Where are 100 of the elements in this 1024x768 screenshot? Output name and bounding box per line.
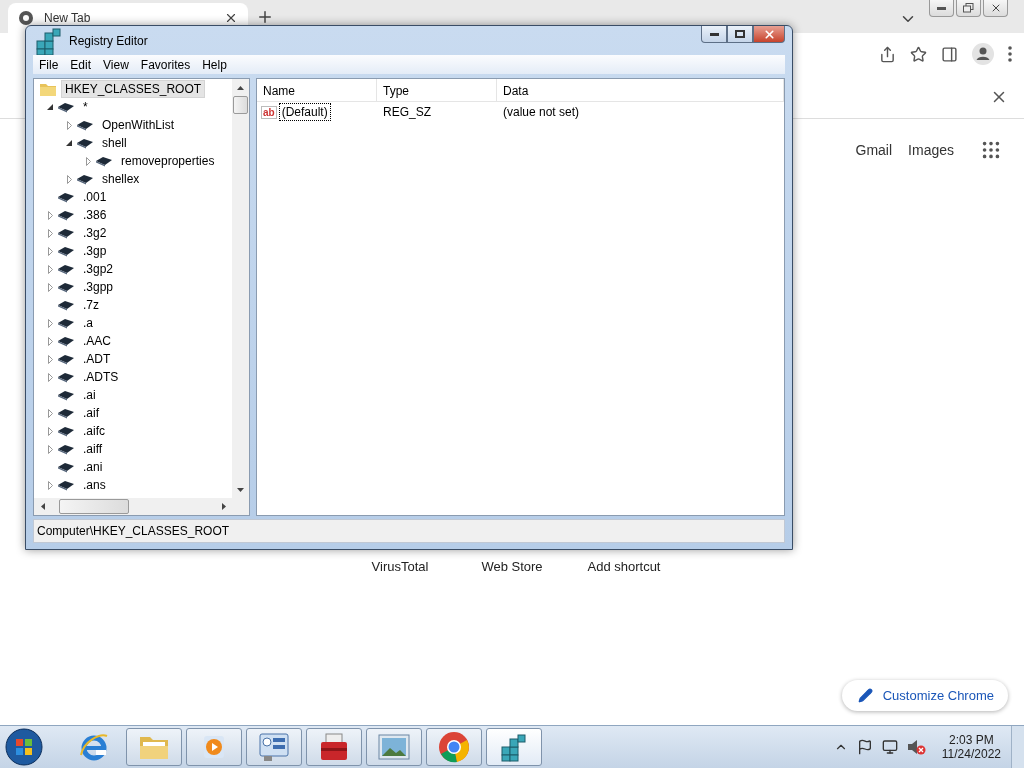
- clock-time: 2:03 PM: [949, 733, 994, 747]
- registry-key-icon: [57, 407, 75, 419]
- side-panel-icon: [941, 45, 958, 63]
- collapse-arrow-icon[interactable]: [66, 140, 72, 146]
- minimize-button[interactable]: [929, 0, 954, 17]
- network-icon[interactable]: [881, 739, 898, 755]
- menu-item[interactable]: View: [97, 57, 135, 72]
- maximize-icon: [735, 30, 745, 38]
- registry-key-icon: [57, 425, 75, 437]
- apps-button[interactable]: [980, 139, 1002, 161]
- taskbar-button[interactable]: [426, 728, 482, 766]
- customize-chrome-button[interactable]: Customize Chrome: [841, 680, 1008, 711]
- shortcut-label[interactable]: VirusTotal: [344, 559, 456, 574]
- tab-title: New Tab: [44, 11, 92, 25]
- expand-arrow-icon[interactable]: [66, 120, 72, 130]
- tree-item[interactable]: .ADTS: [79, 368, 123, 386]
- tree-item[interactable]: .aiff: [79, 440, 107, 458]
- minimize-button[interactable]: [701, 26, 727, 43]
- registry-key-icon: [57, 479, 75, 491]
- header-link[interactable]: Gmail: [855, 142, 893, 158]
- registry-key-icon: [76, 173, 94, 185]
- close-icon: [224, 11, 238, 25]
- maximize-button[interactable]: [727, 26, 753, 43]
- close-button[interactable]: [753, 26, 785, 43]
- shortcut-label[interactable]: Web Store: [456, 559, 568, 574]
- side-panel-button[interactable]: [941, 45, 958, 63]
- apps-grid-icon: [980, 139, 1002, 161]
- avatar-icon: [972, 43, 994, 65]
- taskbar-button[interactable]: [246, 728, 302, 766]
- horizontal-scrollbar[interactable]: [34, 498, 249, 515]
- menu-icon: [1008, 46, 1012, 62]
- taskbar-button[interactable]: [306, 728, 362, 766]
- value-name[interactable]: (Default): [278, 103, 331, 121]
- menu-item[interactable]: Help: [196, 57, 233, 72]
- tree-item[interactable]: .ai: [79, 386, 100, 404]
- tree-item[interactable]: .3gp2: [79, 260, 118, 278]
- tree-item[interactable]: .001: [79, 188, 111, 206]
- share-icon: [879, 45, 896, 63]
- column-header[interactable]: Type: [377, 79, 497, 101]
- profile-button[interactable]: [972, 43, 994, 65]
- collapse-arrow-icon[interactable]: [47, 104, 53, 110]
- tree-item[interactable]: .7z: [79, 296, 103, 314]
- muted-volume-icon[interactable]: [906, 739, 927, 755]
- clock-date: 11/24/2022: [941, 747, 1001, 761]
- scroll-thumb[interactable]: [233, 96, 248, 114]
- tree-item[interactable]: .AAC: [79, 332, 115, 350]
- share-button[interactable]: [879, 45, 896, 63]
- expand-arrow-icon[interactable]: [66, 174, 72, 184]
- tree-item[interactable]: .a: [79, 314, 97, 332]
- tree-item[interactable]: .3gpp: [79, 278, 118, 296]
- flag-icon[interactable]: [856, 739, 873, 755]
- menu-item[interactable]: Edit: [64, 57, 98, 72]
- right-arrow-icon: [221, 503, 226, 510]
- minimize-icon: [937, 6, 946, 10]
- tree-item[interactable]: .386: [79, 206, 111, 224]
- expand-arrow-icon[interactable]: [47, 480, 53, 490]
- taskbar-button[interactable]: [486, 728, 542, 766]
- column-header[interactable]: Data: [497, 79, 784, 101]
- column-header[interactable]: Name: [257, 79, 377, 101]
- up-arrow-icon: [237, 85, 244, 90]
- restore-icon: [963, 3, 974, 13]
- registry-key-icon: [57, 209, 75, 221]
- registry-key-icon: [57, 335, 75, 347]
- restore-button[interactable]: [956, 0, 981, 17]
- tree-item[interactable]: shell: [98, 134, 131, 152]
- menu-button[interactable]: [1008, 46, 1012, 62]
- tree-item[interactable]: .3gp: [79, 242, 111, 260]
- tree-item[interactable]: .ani: [79, 458, 107, 476]
- toolbox-icon: [318, 732, 350, 762]
- close-button[interactable]: [983, 0, 1008, 17]
- star-icon: [910, 45, 927, 63]
- menu-item[interactable]: File: [33, 57, 65, 72]
- tree-item[interactable]: HKEY_CLASSES_ROOT: [61, 80, 206, 98]
- close-tab-button[interactable]: [224, 11, 238, 25]
- registry-key-icon: [57, 443, 75, 455]
- value-data: (value not set): [502, 105, 580, 119]
- tree-item[interactable]: *: [79, 98, 92, 116]
- menu-item[interactable]: Favorites: [134, 57, 197, 72]
- tree-item[interactable]: .ADT: [79, 350, 115, 368]
- tree-item[interactable]: .ans: [79, 476, 110, 494]
- registry-key-icon: [57, 461, 75, 473]
- expand-arrow-icon[interactable]: [85, 156, 91, 166]
- tree-item[interactable]: .3g2: [79, 224, 111, 242]
- minimize-icon: [709, 32, 719, 36]
- tree-item[interactable]: shellex: [98, 170, 144, 188]
- bookmark-button[interactable]: [910, 45, 927, 63]
- registry-key-icon: [57, 299, 75, 311]
- tree-item[interactable]: OpenWithList: [98, 116, 179, 134]
- shortcut-label[interactable]: Add shortcut: [568, 559, 680, 574]
- registry-key-icon: [57, 101, 75, 113]
- scroll-thumb[interactable]: [59, 499, 129, 514]
- tree-item[interactable]: .aifc: [79, 422, 109, 440]
- vertical-scrollbar[interactable]: [232, 79, 249, 498]
- taskbar-button[interactable]: [366, 728, 422, 766]
- tree-item[interactable]: .aif: [79, 404, 103, 422]
- new-tab-button[interactable]: [256, 8, 274, 26]
- start-button[interactable]: [4, 727, 44, 767]
- header-link[interactable]: Images: [908, 142, 954, 158]
- tree-item[interactable]: removeproperties: [117, 152, 219, 170]
- photo-viewer-icon: [377, 733, 411, 761]
